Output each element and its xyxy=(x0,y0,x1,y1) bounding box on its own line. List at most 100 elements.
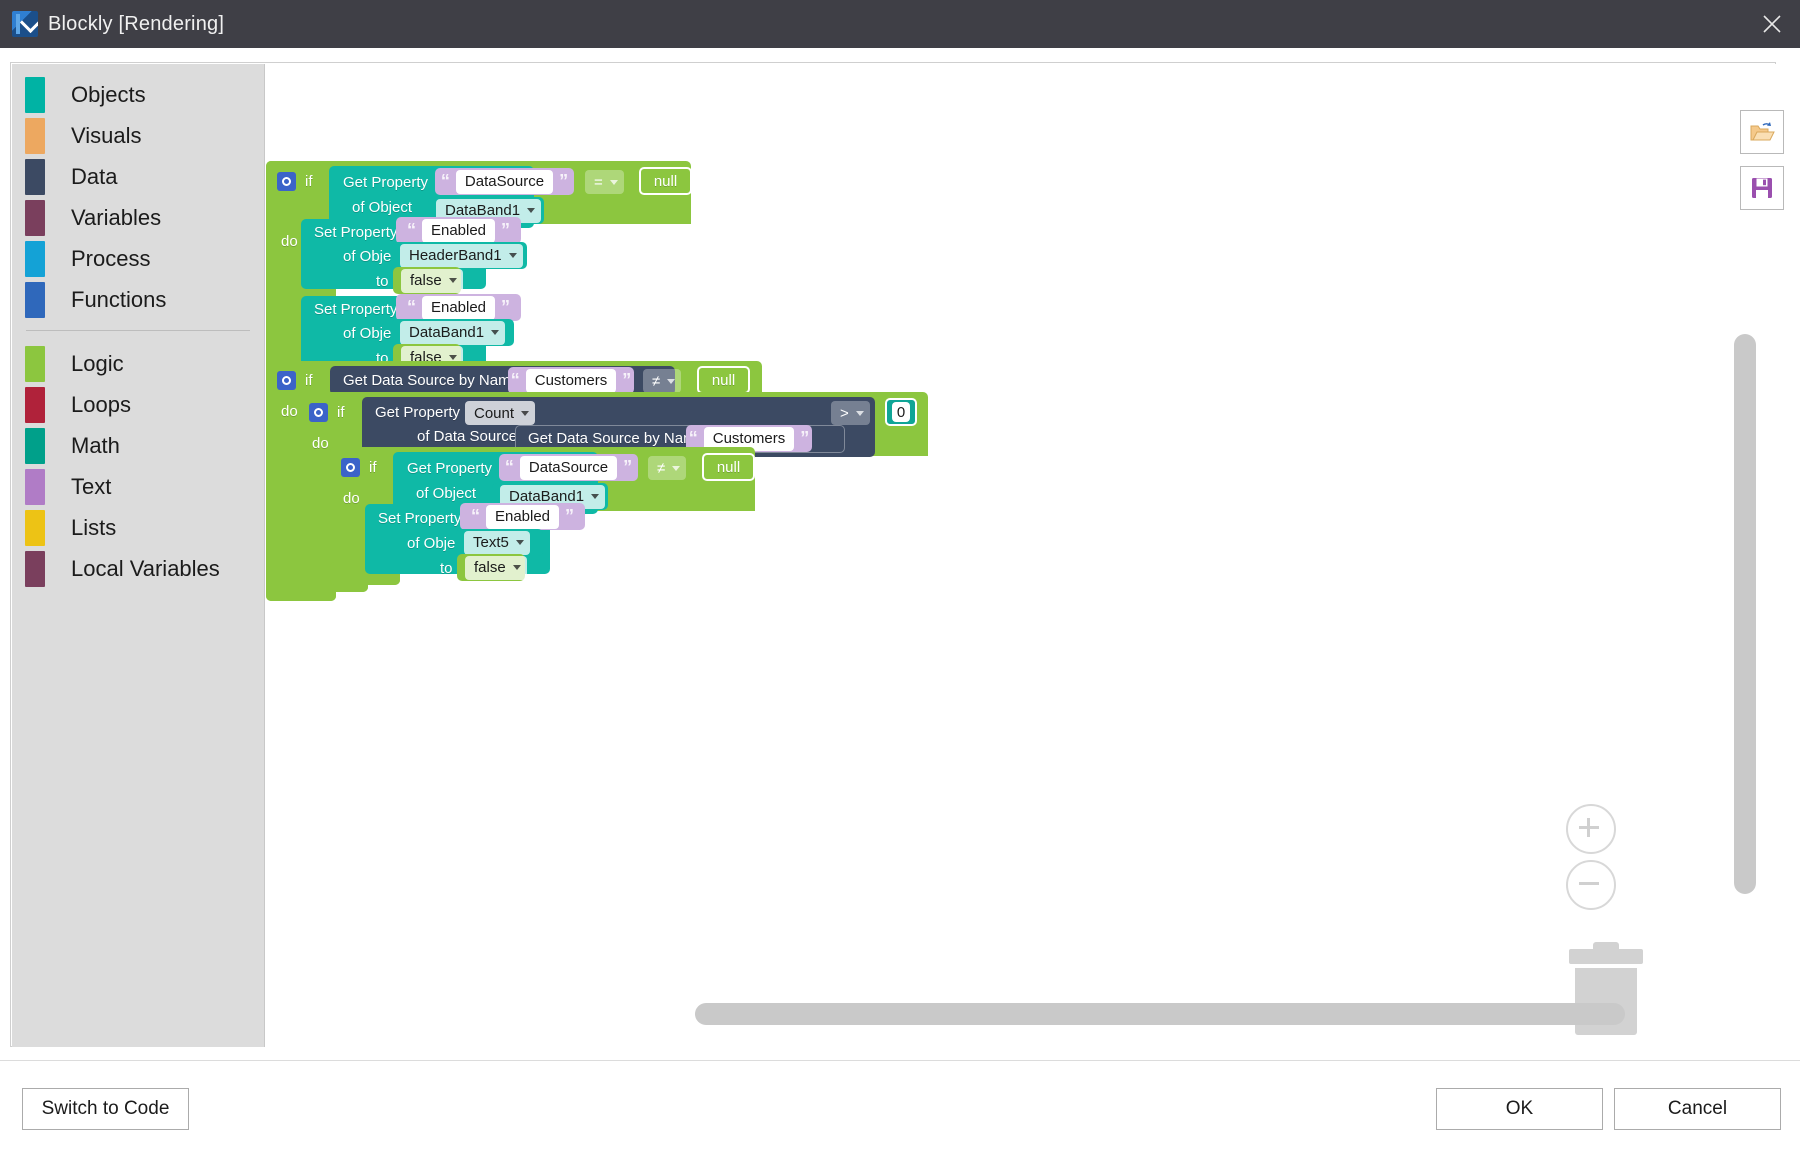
cancel-button[interactable]: Cancel xyxy=(1614,1088,1781,1130)
title-bar: Blockly [Rendering] xyxy=(0,0,1800,48)
workspace-vertical-scrollbar[interactable] xyxy=(1734,334,1756,894)
object-dropdown-block-databand1-b[interactable]: DataBand1 xyxy=(392,319,514,346)
sidebar-item-process[interactable]: Process xyxy=(12,238,264,279)
sidebar-item-local-variables[interactable]: Local Variables xyxy=(12,548,264,589)
open-quote-icon: “ xyxy=(510,370,520,390)
number-block-0[interactable]: 0 xyxy=(885,398,917,426)
text-value[interactable]: Enabled xyxy=(485,504,560,529)
if-block-1-mutator-gear[interactable] xyxy=(277,172,296,191)
operator-value: > xyxy=(840,404,849,422)
bool-block-false-1[interactable]: false xyxy=(393,267,463,294)
object-dropdown[interactable]: Text5 xyxy=(464,530,530,555)
open-quote-icon: “ xyxy=(406,297,416,317)
object-dropdown-block-text5[interactable]: Text5 xyxy=(456,529,543,556)
close-quote-icon: ” xyxy=(501,220,511,240)
sidebar-item-functions[interactable]: Functions xyxy=(12,279,264,320)
sidebar-item-math[interactable]: Math xyxy=(12,425,264,466)
close-quote-icon: ” xyxy=(622,370,632,390)
gear-icon[interactable] xyxy=(309,403,328,422)
gear-icon[interactable] xyxy=(277,172,296,191)
gear-icon[interactable] xyxy=(341,458,360,477)
null-block-3[interactable]: null xyxy=(702,453,755,481)
zoom-out-button[interactable] xyxy=(1566,860,1616,910)
sidebar-item-lists[interactable]: Lists xyxy=(12,507,264,548)
object-dropdown-block-headerband1[interactable]: HeaderBand1 xyxy=(392,242,527,269)
object-dropdown-value: HeaderBand1 xyxy=(409,247,502,264)
text-value[interactable]: DataSource xyxy=(455,169,554,194)
open-quote-icon: “ xyxy=(406,220,416,240)
null-block-1[interactable]: null xyxy=(639,167,692,195)
open-button[interactable] xyxy=(1740,110,1784,154)
dialog-footer: Switch to Code OK Cancel xyxy=(0,1060,1800,1149)
text-value[interactable]: Enabled xyxy=(421,295,496,320)
operator-dropdown[interactable]: > xyxy=(831,401,870,425)
if-block-2-mutator-gear[interactable] xyxy=(277,371,296,390)
count-dropdown-value: Count xyxy=(474,404,515,422)
block-canvas: if do Get Property of Object “ DataSourc… xyxy=(265,64,1776,1047)
text-block-enabled-1[interactable]: “ Enabled ” xyxy=(396,217,521,244)
get-datasource-by-name-label-2: Get Data Source by Name xyxy=(528,430,704,447)
text-block-datasource-1[interactable]: “ DataSource ” xyxy=(435,168,574,195)
workspace-horizontal-scrollbar[interactable] xyxy=(695,1003,1625,1025)
count-field-dropdown[interactable]: Count xyxy=(465,401,536,425)
sidebar-item-label: Loops xyxy=(71,391,131,417)
object-dropdown[interactable]: HeaderBand1 xyxy=(400,243,523,268)
text-block-customers-1[interactable]: “ Customers ” xyxy=(508,367,634,394)
blockly-workspace[interactable]: if do Get Property of Object “ DataSourc… xyxy=(265,64,1776,1047)
sidebar-item-logic[interactable]: Logic xyxy=(12,343,264,384)
operator-dropdown[interactable]: = xyxy=(585,170,624,194)
boolean-dropdown[interactable]: false xyxy=(465,555,527,580)
open-quote-icon: “ xyxy=(440,171,450,191)
get-property-block-1-label: Get Property xyxy=(343,174,429,191)
text-block-datasource-2[interactable]: “ DataSource ” xyxy=(499,454,638,481)
if-block-4-mutator-gear[interactable] xyxy=(341,458,360,477)
close-quote-icon: ” xyxy=(559,171,569,191)
save-floppy-icon xyxy=(1752,178,1772,198)
text-block-enabled-2[interactable]: “ Enabled ” xyxy=(396,294,521,321)
save-button[interactable] xyxy=(1740,166,1784,210)
operator-dropdown[interactable]: ≠ xyxy=(643,369,682,393)
number-value[interactable]: 0 xyxy=(891,402,911,422)
compare-operator-2[interactable]: ≠ xyxy=(643,369,689,393)
set-property-block-1-label: Set Property xyxy=(314,224,398,241)
if-block-2-do-label: do xyxy=(281,403,298,420)
sidebar-item-objects[interactable]: Objects xyxy=(12,74,264,115)
switch-to-code-button[interactable]: Switch to Code xyxy=(22,1088,189,1130)
compare-operator-1[interactable]: = xyxy=(585,170,631,194)
chevron-down-icon xyxy=(521,410,530,416)
zoom-in-button[interactable] xyxy=(1566,804,1616,854)
blockly-logo-icon xyxy=(12,11,38,37)
bool-block-false-3[interactable]: false xyxy=(457,554,527,581)
null-block-2[interactable]: null xyxy=(697,366,750,394)
text-block-enabled-3[interactable]: “ Enabled ” xyxy=(460,503,585,530)
chevron-down-icon xyxy=(448,278,457,283)
chevron-down-icon xyxy=(672,465,681,471)
sidebar-item-data[interactable]: Data xyxy=(12,156,264,197)
text-value[interactable]: Customers xyxy=(525,368,617,393)
compare-operator-3[interactable]: > xyxy=(831,401,877,425)
category-color-swatch xyxy=(25,386,45,423)
object-dropdown[interactable]: DataBand1 xyxy=(400,320,506,345)
text-value[interactable]: Enabled xyxy=(421,218,496,243)
open-quote-icon: “ xyxy=(470,506,480,526)
boolean-dropdown[interactable]: false xyxy=(401,268,463,293)
category-color-swatch xyxy=(25,509,45,546)
sidebar-item-visuals[interactable]: Visuals xyxy=(12,115,264,156)
ok-button[interactable]: OK xyxy=(1436,1088,1603,1130)
dialog-body: Objects Visuals Data Variables Process F… xyxy=(0,48,1800,1060)
operator-dropdown[interactable]: ≠ xyxy=(648,456,687,480)
sidebar-item-label: Process xyxy=(71,245,151,271)
if-block-3-mutator-gear[interactable] xyxy=(309,403,328,422)
sidebar-item-loops[interactable]: Loops xyxy=(12,384,264,425)
of-data-source-label: of Data Source xyxy=(417,428,518,445)
window-title: Blockly [Rendering] xyxy=(48,12,225,35)
sidebar-item-label: Math xyxy=(71,432,120,458)
count-dropdown[interactable]: Count xyxy=(465,401,536,425)
sidebar-item-text[interactable]: Text xyxy=(12,466,264,507)
sidebar-item-variables[interactable]: Variables xyxy=(12,197,264,238)
text-value[interactable]: DataSource xyxy=(519,455,618,480)
compare-operator-4[interactable]: ≠ xyxy=(648,456,694,480)
category-color-swatch xyxy=(25,199,45,236)
gear-icon[interactable] xyxy=(277,371,296,390)
close-button[interactable] xyxy=(1744,0,1800,48)
